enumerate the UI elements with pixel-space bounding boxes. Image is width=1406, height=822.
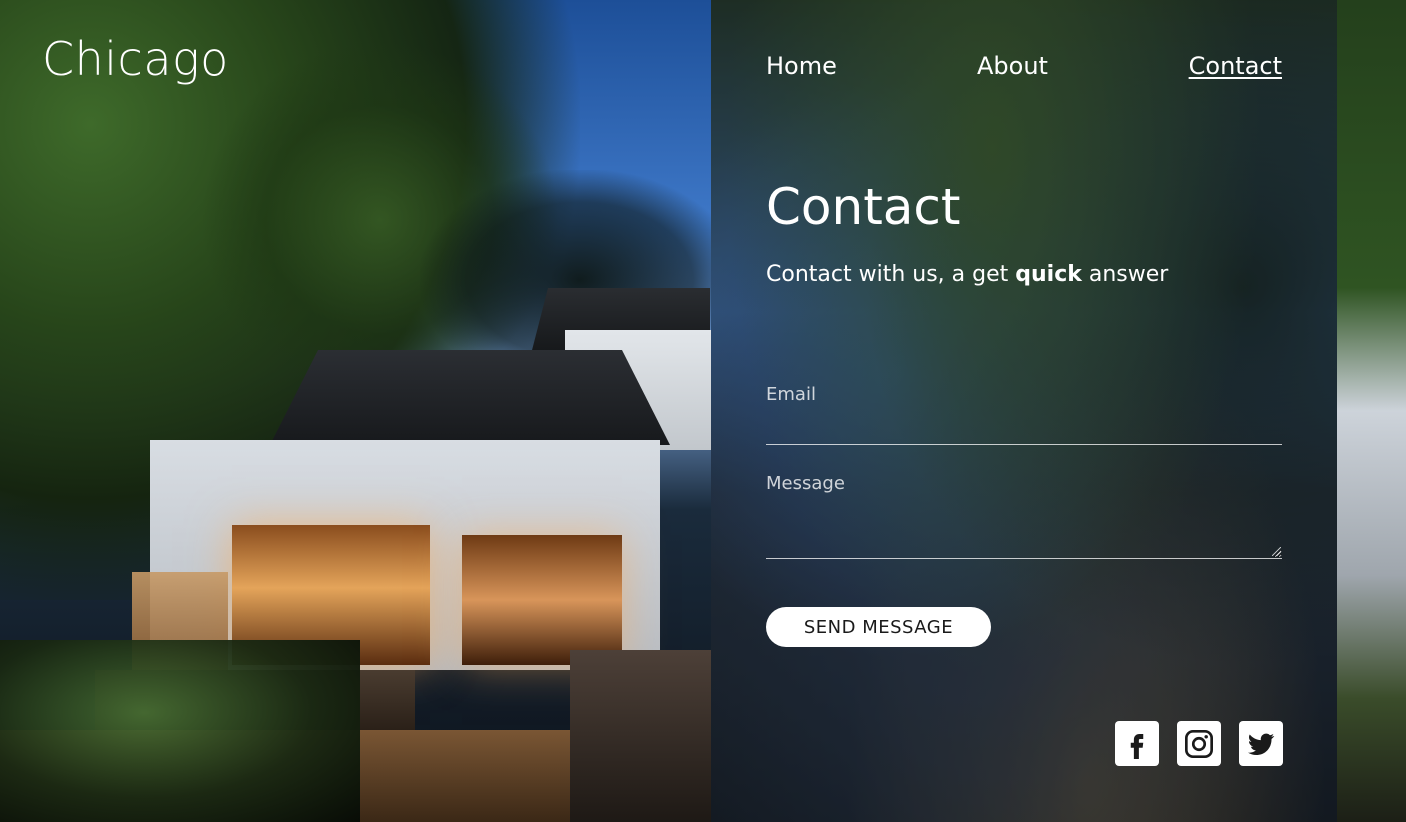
- facebook-icon[interactable]: [1115, 721, 1159, 766]
- site-logo[interactable]: Chicago: [42, 36, 229, 82]
- nav-link-about[interactable]: About: [977, 52, 1048, 81]
- message-textarea[interactable]: [766, 473, 1282, 558]
- textarea-resize-handle[interactable]: [1272, 547, 1281, 556]
- subtitle-emphasis: quick: [1015, 262, 1082, 287]
- contact-section: Contact Contact with us, a get quick ans…: [766, 180, 1282, 290]
- main-nav: Home About Contact: [766, 52, 1282, 82]
- nav-link-contact[interactable]: Contact: [1189, 52, 1282, 81]
- social-links: [1115, 721, 1283, 766]
- send-message-button[interactable]: SEND MESSAGE: [766, 607, 991, 647]
- nav-link-home[interactable]: Home: [766, 52, 837, 81]
- contact-subtitle: Contact with us, a get quick answer: [766, 261, 1282, 290]
- message-field-wrapper: Message: [766, 473, 1282, 559]
- twitter-icon[interactable]: [1239, 721, 1283, 766]
- page-title: Contact: [766, 178, 961, 236]
- instagram-icon[interactable]: [1177, 721, 1221, 766]
- email-input[interactable]: [766, 384, 1282, 444]
- subtitle-text-start: Contact with us, a get: [766, 262, 1016, 287]
- subtitle-text-end: answer: [1081, 262, 1169, 287]
- email-field-wrapper: Email: [766, 384, 1282, 445]
